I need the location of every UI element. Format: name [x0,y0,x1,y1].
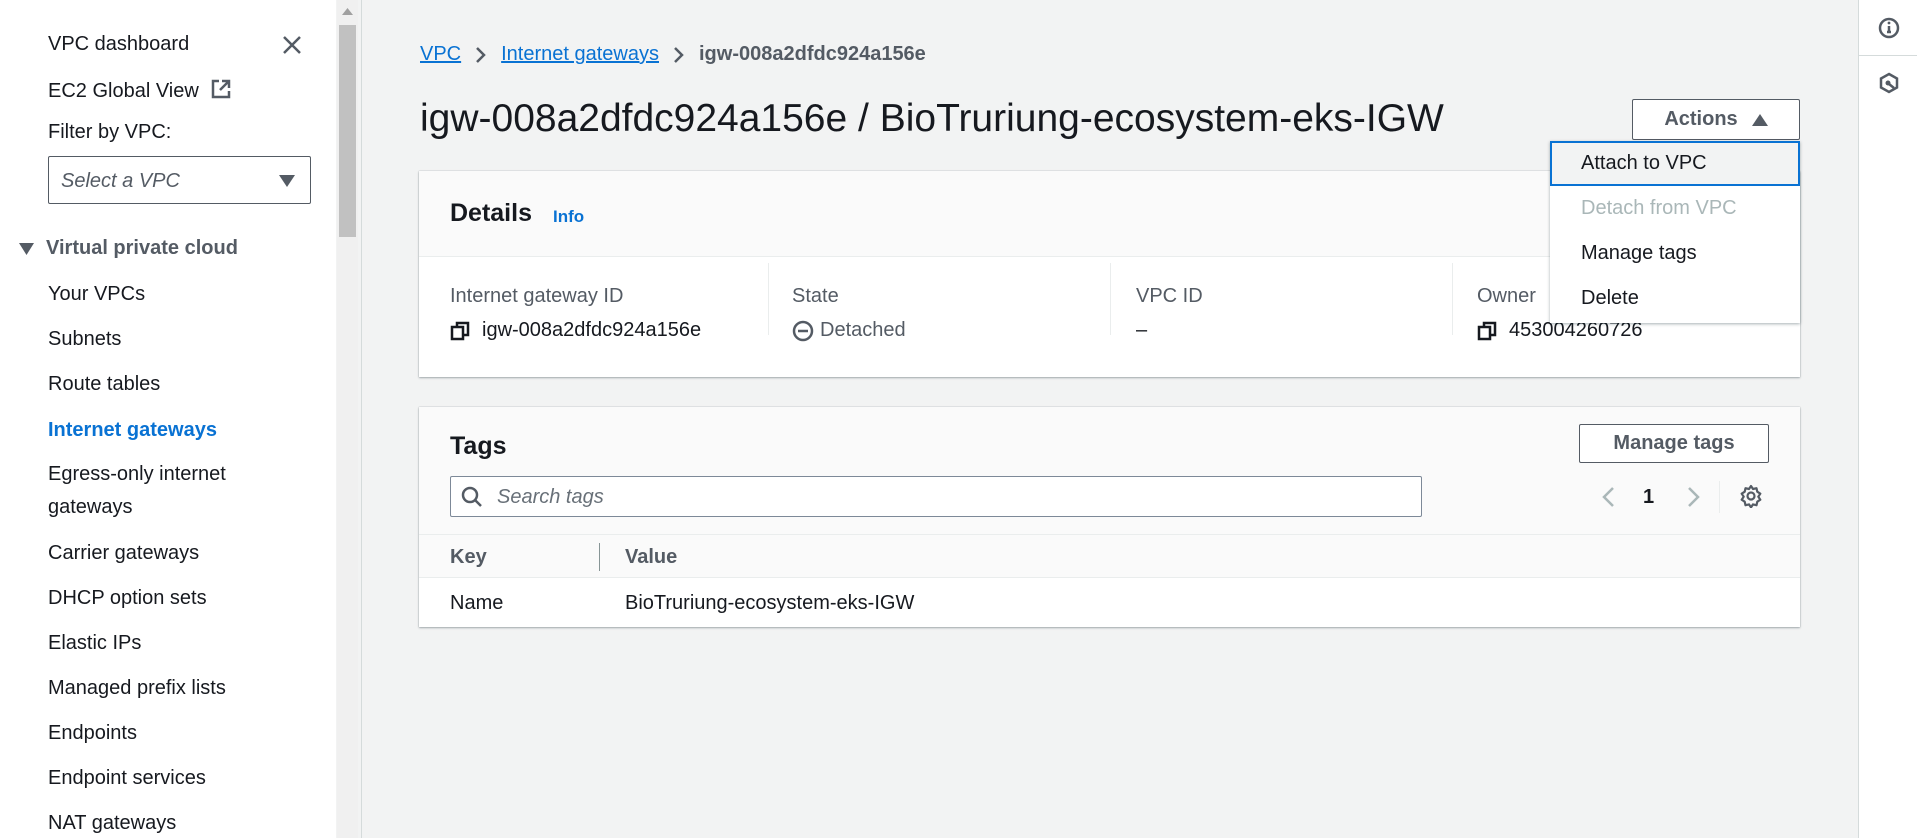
sidebar-item-ec2-global-view[interactable]: EC2 Global View [48,78,232,103]
copy-icon[interactable] [450,321,470,341]
divider [1859,55,1917,56]
stopped-status-icon [792,320,814,341]
next-page-icon[interactable] [1683,485,1703,509]
vpc-filter-placeholder: Select a VPC [61,170,180,192]
sidebar-item-endpoints[interactable]: Endpoints [48,722,137,745]
actions-label: Actions [1664,108,1738,130]
tag-value: BioTruriung-ecosystem-eks-IGW [625,592,915,614]
sidebar-item-nat-gateways[interactable]: NAT gateways [48,812,176,835]
search-tags-input[interactable]: Search tags [450,476,1422,517]
field-label-state: State [792,285,839,307]
breadcrumb-internet-gateways[interactable]: Internet gateways [501,43,659,66]
tools-panel [1858,0,1917,838]
column-header-key[interactable]: Key [450,546,487,569]
menu-item-manage-tags[interactable]: Manage tags [1550,231,1800,276]
sidebar-item-dhcp-option-sets[interactable]: DHCP option sets [48,587,207,610]
field-igw-id: igw-008a2dfdc924a156e [450,319,701,342]
table-row: Name BioTruriung-ecosystem-eks-IGW [419,578,1800,627]
column-resizer[interactable] [599,543,600,571]
menu-item-detach-from-vpc: Detach from VPC [1581,197,1737,219]
scrollbar-thumb[interactable] [339,25,356,237]
field-state: Detached [792,319,906,342]
tags-panel: Tags Manage tags Search tags 1 Key Value… [419,407,1800,627]
divider [1719,481,1720,513]
sidebar-item-your-vpcs[interactable]: Your VPCs [48,283,145,306]
search-placeholder: Search tags [497,486,604,508]
sidebar-item-managed-prefix-lists[interactable]: Managed prefix lists [48,677,226,700]
state-value: Detached [820,319,906,341]
divider [1110,263,1111,335]
external-link-icon [212,79,231,99]
sidebar-item-subnets[interactable]: Subnets [48,328,121,351]
breadcrumb-vpc[interactable]: VPC [420,43,461,66]
sidebar-item-carrier-gateways[interactable]: Carrier gateways [48,542,199,565]
menu-item-delete[interactable]: Delete [1550,276,1800,321]
manage-tags-button[interactable]: Manage tags [1579,424,1769,463]
actions-button[interactable]: Actions [1632,99,1800,140]
actions-menu: Attach to VPC Detach from VPC Manage tag… [1550,141,1800,323]
security-hub-icon[interactable] [1878,72,1900,94]
scroll-up-icon[interactable] [342,8,353,15]
divider [768,263,769,335]
previous-page-icon[interactable] [1599,485,1619,509]
chevron-right-icon [674,46,684,63]
global-view-label: EC2 Global View [48,80,199,102]
column-header-value[interactable]: Value [625,546,677,569]
sidebar-item-route-tables[interactable]: Route tables [48,373,160,396]
field-label-vpc-id: VPC ID [1136,285,1203,307]
egress-line-2: gateways [48,496,133,518]
breadcrumb-current: igw-008a2dfdc924a156e [699,43,926,65]
settings-gear-icon[interactable] [1739,484,1763,508]
egress-line-1: Egress-only internet [48,463,226,485]
copy-icon[interactable] [1477,321,1497,341]
table-header: Key Value [419,534,1800,578]
caret-up-icon [1751,113,1768,126]
chevron-right-icon [476,46,486,63]
info-icon[interactable] [1878,17,1900,39]
caret-down-icon [279,175,295,187]
sidebar-nav: VPC dashboard EC2 Global View Filter by … [0,0,336,838]
sidebar-item-vpc-dashboard[interactable]: VPC dashboard [48,33,189,56]
sidebar-item-endpoint-services[interactable]: Endpoint services [48,767,206,790]
field-label-owner: Owner [1477,285,1536,307]
divider [361,0,362,838]
tags-heading: Tags [450,432,507,460]
breadcrumb: VPC Internet gateways igw-008a2dfdc924a1… [420,43,926,66]
sidebar-item-internet-gateways[interactable]: Internet gateways [48,419,217,442]
page-title: igw-008a2dfdc924a156e / BioTruriung-ecos… [420,97,1444,140]
sidebar-item-egress-only-internet-gateways[interactable]: Egress-only internet gateways [48,458,226,524]
current-page[interactable]: 1 [1643,486,1654,509]
vpc-id-value: – [1136,319,1148,341]
section-virtual-private-cloud[interactable]: Virtual private cloud [46,237,238,260]
sidebar-item-elastic-ips[interactable]: Elastic IPs [48,632,141,655]
filter-label: Filter by VPC: [48,121,172,143]
tag-key: Name [450,592,504,614]
divider [1452,263,1453,335]
close-icon[interactable] [282,35,302,55]
search-icon [461,486,482,507]
vpc-filter-select[interactable]: Select a VPC [48,156,311,204]
igw-id-value: igw-008a2dfdc924a156e [482,319,702,341]
details-info-link[interactable]: Info [553,207,584,227]
caret-down-icon [19,243,34,255]
menu-item-attach-to-vpc[interactable]: Attach to VPC [1550,141,1800,186]
details-heading: Details [450,199,532,227]
field-label-igw-id: Internet gateway ID [450,285,624,307]
